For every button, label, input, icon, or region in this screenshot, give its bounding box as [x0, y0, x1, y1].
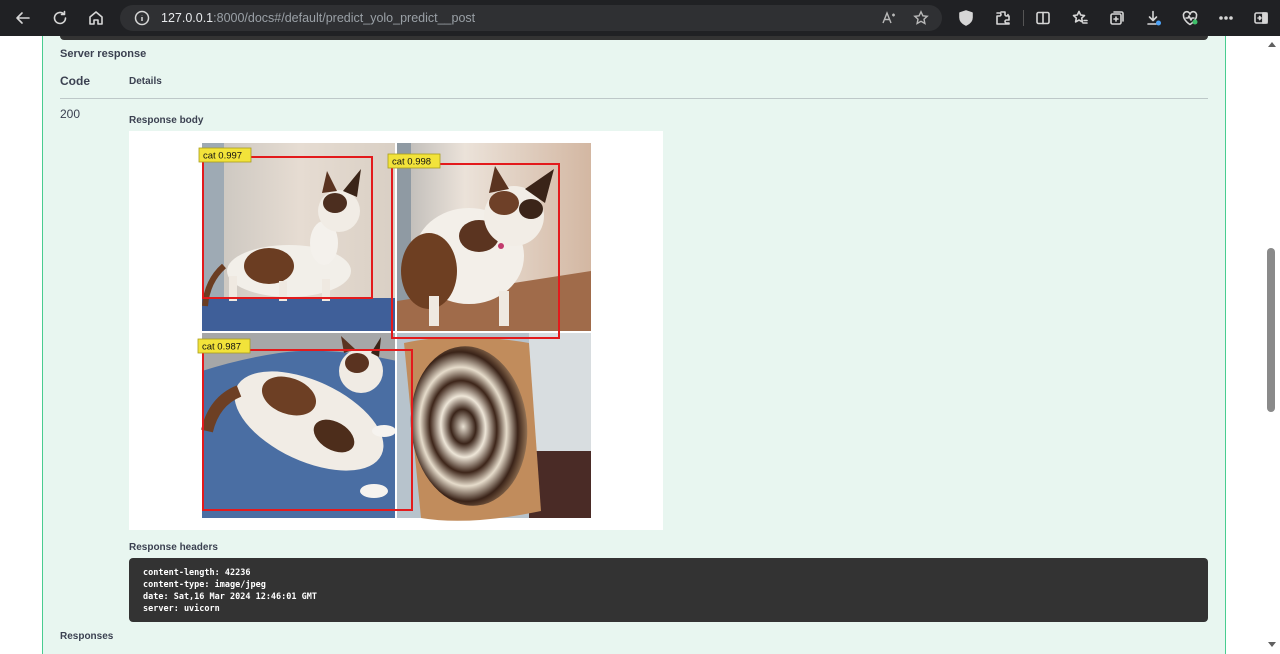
- browser-toolbar: 127.0.0.1:8000/docs#/default/predict_yol…: [0, 0, 1280, 36]
- address-bar[interactable]: 127.0.0.1:8000/docs#/default/predict_yol…: [120, 5, 942, 31]
- response-headers-block[interactable]: content-length: 42236 content-type: imag…: [129, 558, 1208, 622]
- photo-divider-vertical: [395, 143, 397, 518]
- header-line: server: uvicorn: [143, 604, 220, 614]
- svg-text:cat 0.987: cat 0.987: [202, 342, 241, 353]
- browser-essentials-icon[interactable]: [1178, 6, 1202, 30]
- sidebar-icon[interactable]: [1249, 6, 1273, 30]
- photo-divider-horizontal: [202, 331, 591, 333]
- scroll-up-arrow-icon[interactable]: [1268, 42, 1276, 47]
- info-icon[interactable]: [134, 10, 150, 26]
- url-host: 127.0.0.1: [161, 11, 214, 25]
- detection-result-image: cat 0.997 cat 0.998 cat 0.987: [197, 143, 591, 521]
- url-text[interactable]: 127.0.0.1:8000/docs#/default/predict_yol…: [161, 11, 475, 25]
- refresh-icon[interactable]: [48, 6, 72, 30]
- header-line: content-type: image/jpeg: [143, 580, 266, 590]
- photo-cat-standing-left: [202, 143, 397, 332]
- response-headers-label: Response headers: [129, 542, 218, 553]
- detection-label-1: cat 0.997: [198, 147, 252, 163]
- server-response-title: Server response: [60, 48, 147, 60]
- scrollbar-thumb[interactable]: [1267, 248, 1275, 412]
- split-screen-icon[interactable]: [1031, 6, 1055, 30]
- downloads-icon[interactable]: [1142, 6, 1166, 30]
- header-line: content-length: 42236: [143, 568, 251, 578]
- more-icon[interactable]: [1214, 6, 1238, 30]
- photo-cat-lying: [201, 332, 397, 518]
- details-column-header: Details: [129, 76, 162, 87]
- read-aloud-icon[interactable]: [881, 10, 897, 26]
- favorites-icon[interactable]: [1068, 6, 1092, 30]
- svg-text:cat 0.998: cat 0.998: [392, 157, 431, 168]
- favorite-star-icon[interactable]: [913, 10, 929, 26]
- scroll-down-arrow-icon[interactable]: [1268, 642, 1276, 647]
- code-column-header: Code: [60, 74, 90, 88]
- shield-icon[interactable]: [954, 6, 978, 30]
- detection-label-2: cat 0.998: [387, 153, 441, 169]
- url-path: :8000/docs#/default/predict_yolo_predict…: [213, 11, 476, 25]
- status-code: 200: [60, 107, 81, 121]
- response-image: cat 0.997 cat 0.998 cat 0.987: [129, 131, 663, 530]
- photo-cat-standing-right: [397, 143, 591, 332]
- home-icon[interactable]: [84, 6, 108, 30]
- extensions-icon[interactable]: [991, 6, 1015, 30]
- photo-marble-bread: [397, 332, 591, 521]
- detection-label-3: cat 0.987: [197, 338, 251, 354]
- responses-title: Responses: [60, 631, 114, 642]
- back-icon[interactable]: [11, 6, 35, 30]
- collections-icon[interactable]: [1105, 6, 1129, 30]
- vertical-scrollbar[interactable]: [1264, 36, 1280, 654]
- table-divider: [60, 98, 1208, 99]
- header-line: date: Sat,16 Mar 2024 12:46:01 GMT: [143, 592, 317, 602]
- svg-text:cat 0.997: cat 0.997: [203, 151, 242, 162]
- response-body-label: Response body: [129, 115, 204, 126]
- request-url-strip: [60, 36, 1208, 40]
- toolbar-divider: [1023, 10, 1024, 26]
